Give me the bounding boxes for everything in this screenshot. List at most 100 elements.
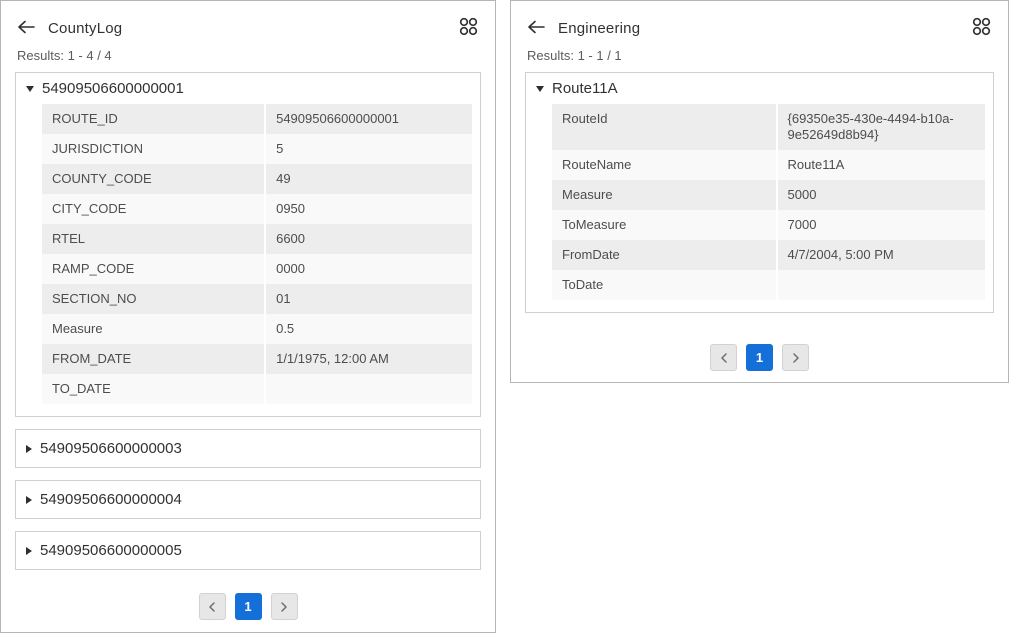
page-number-button[interactable]: 1 — [235, 593, 262, 620]
accordion-header[interactable]: 54909506600000005 — [16, 532, 480, 569]
page-number-button[interactable]: 1 — [746, 344, 773, 371]
field-label: SECTION_NO — [42, 284, 265, 314]
field-label: Measure — [552, 180, 777, 210]
attribute-row: RouteId{69350e35-430e-4494-b10a-9e52649d… — [552, 104, 985, 150]
caret-down-icon — [536, 86, 544, 92]
attributes-container: ROUTE_ID54909506600000001JURISDICTION5CO… — [16, 104, 480, 416]
field-value: Route11A — [777, 150, 986, 180]
feature-list: Route11A RouteId{69350e35-430e-4494-b10a… — [511, 72, 1008, 313]
field-label: RAMP_CODE — [42, 254, 265, 284]
actions-button[interactable] — [457, 17, 479, 39]
field-value: 0000 — [265, 254, 472, 284]
field-label: ROUTE_ID — [42, 104, 265, 134]
field-value: 0.5 — [265, 314, 472, 344]
attribute-row: RouteNameRoute11A — [552, 150, 985, 180]
feature-info-panel-countylog: CountyLog Results: 1 - 4 / 4 54909506600… — [0, 0, 496, 633]
next-page-button[interactable] — [271, 593, 298, 620]
chevron-left-icon — [720, 353, 728, 363]
field-value: 5 — [265, 134, 472, 164]
results-count: Results: 1 - 4 / 4 — [1, 41, 495, 72]
chevron-left-icon — [208, 602, 216, 612]
back-button[interactable] — [527, 19, 549, 37]
field-value: 5000 — [777, 180, 986, 210]
attributes-table: RouteId{69350e35-430e-4494-b10a-9e52649d… — [552, 104, 985, 300]
field-label: JURISDICTION — [42, 134, 265, 164]
caret-right-icon — [26, 445, 32, 453]
feature-card-collapsed: 54909506600000003 — [15, 429, 481, 468]
field-value: 7000 — [777, 210, 986, 240]
field-label: ToMeasure — [552, 210, 777, 240]
attribute-row: ToMeasure7000 — [552, 210, 985, 240]
feature-card-collapsed: 54909506600000005 — [15, 531, 481, 570]
field-label: RouteName — [552, 150, 777, 180]
accordion-header[interactable]: Route11A — [526, 73, 993, 104]
field-value: 6600 — [265, 224, 472, 254]
panel-header: CountyLog — [1, 1, 495, 41]
feature-list: 54909506600000001 ROUTE_ID54909506600000… — [1, 72, 495, 570]
attribute-row: TO_DATE — [42, 374, 472, 404]
feature-title: 54909506600000004 — [40, 491, 182, 508]
field-value: 49 — [265, 164, 472, 194]
field-value: 4/7/2004, 5:00 PM — [777, 240, 986, 270]
attribute-row: Measure5000 — [552, 180, 985, 210]
attribute-row: COUNTY_CODE49 — [42, 164, 472, 194]
attribute-row: FROM_DATE1/1/1975, 12:00 AM — [42, 344, 472, 374]
next-page-button[interactable] — [782, 344, 809, 371]
attribute-row: ROUTE_ID54909506600000001 — [42, 104, 472, 134]
attribute-row: SECTION_NO01 — [42, 284, 472, 314]
caret-down-icon — [26, 86, 34, 92]
results-count: Results: 1 - 1 / 1 — [511, 41, 1008, 72]
field-label: TO_DATE — [42, 374, 265, 404]
attribute-row: JURISDICTION5 — [42, 134, 472, 164]
attribute-row: RTEL6600 — [42, 224, 472, 254]
feature-card-expanded: Route11A RouteId{69350e35-430e-4494-b10a… — [525, 72, 994, 313]
field-value: 01 — [265, 284, 472, 314]
chevron-right-icon — [280, 602, 288, 612]
previous-page-button[interactable] — [199, 593, 226, 620]
accordion-header[interactable]: 54909506600000004 — [16, 481, 480, 518]
accordion-header[interactable]: 54909506600000001 — [16, 73, 480, 104]
attribute-row: CITY_CODE0950 — [42, 194, 472, 224]
apps-grid-icon — [971, 16, 992, 40]
field-label: ToDate — [552, 270, 777, 300]
panel-title: Engineering — [558, 20, 640, 37]
chevron-right-icon — [792, 353, 800, 363]
field-value — [265, 374, 472, 404]
field-value: {69350e35-430e-4494-b10a-9e52649d8b94} — [777, 104, 986, 150]
feature-card-expanded: 54909506600000001 ROUTE_ID54909506600000… — [15, 72, 481, 417]
feature-title: 54909506600000005 — [40, 542, 182, 559]
attribute-row: Measure0.5 — [42, 314, 472, 344]
panel-header: Engineering — [511, 1, 1008, 41]
actions-button[interactable] — [970, 17, 992, 39]
pagination: 1 — [511, 344, 1008, 371]
field-value: 54909506600000001 — [265, 104, 472, 134]
field-label: RouteId — [552, 104, 777, 150]
caret-right-icon — [26, 496, 32, 504]
feature-card-collapsed: 54909506600000004 — [15, 480, 481, 519]
back-button[interactable] — [17, 19, 39, 37]
attribute-row: FromDate4/7/2004, 5:00 PM — [552, 240, 985, 270]
field-label: COUNTY_CODE — [42, 164, 265, 194]
attributes-table: ROUTE_ID54909506600000001JURISDICTION5CO… — [42, 104, 472, 404]
field-label: FROM_DATE — [42, 344, 265, 374]
field-value — [777, 270, 986, 300]
feature-title: Route11A — [552, 80, 618, 97]
attribute-row: RAMP_CODE0000 — [42, 254, 472, 284]
back-arrow-icon — [17, 20, 36, 37]
feature-info-panel-engineering: Engineering Results: 1 - 1 / 1 Route11A — [510, 0, 1009, 383]
attribute-row: ToDate — [552, 270, 985, 300]
back-arrow-icon — [527, 20, 546, 37]
feature-title: 54909506600000003 — [40, 440, 182, 457]
panel-title: CountyLog — [48, 20, 122, 37]
field-value: 1/1/1975, 12:00 AM — [265, 344, 472, 374]
field-label: RTEL — [42, 224, 265, 254]
field-label: Measure — [42, 314, 265, 344]
apps-grid-icon — [458, 16, 479, 40]
feature-title: 54909506600000001 — [42, 80, 184, 97]
pagination: 1 — [1, 593, 495, 620]
accordion-header[interactable]: 54909506600000003 — [16, 430, 480, 467]
attributes-container: RouteId{69350e35-430e-4494-b10a-9e52649d… — [526, 104, 993, 312]
field-label: FromDate — [552, 240, 777, 270]
field-value: 0950 — [265, 194, 472, 224]
previous-page-button[interactable] — [710, 344, 737, 371]
